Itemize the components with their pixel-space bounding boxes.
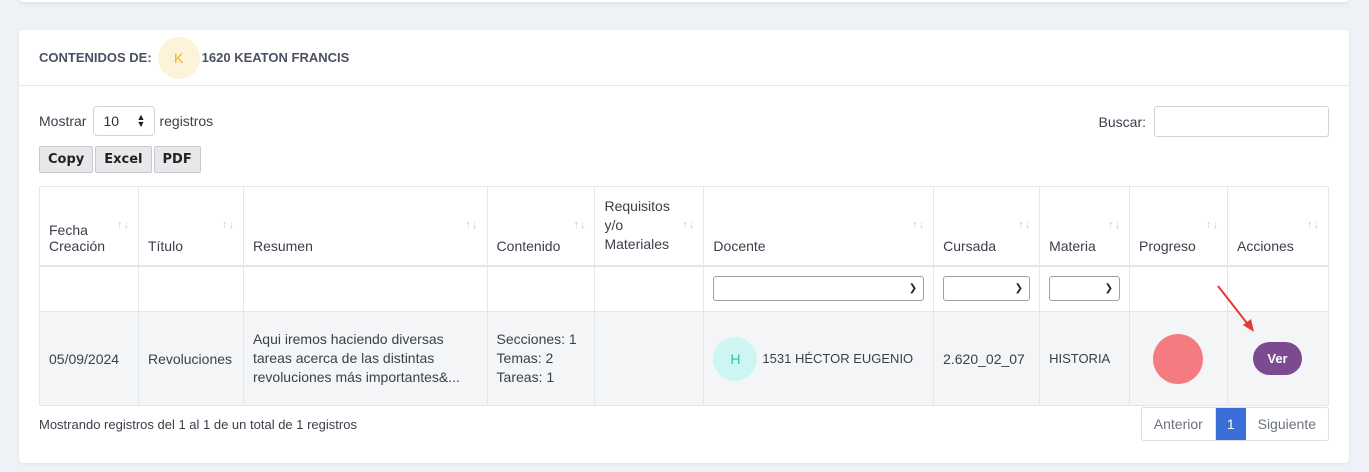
cell-materia: HISTORIA bbox=[1039, 311, 1131, 406]
page-1-button[interactable]: 1 bbox=[1215, 408, 1246, 440]
contenido-secciones: Secciones: 1 bbox=[496, 331, 577, 347]
column-header-contenido[interactable]: Contenido ↑↓ bbox=[486, 186, 596, 267]
column-label: Fecha Creación bbox=[49, 221, 106, 254]
column-header-titulo[interactable]: Título ↑↓ bbox=[137, 186, 244, 267]
previous-card bbox=[19, 0, 1349, 2]
column-label: Progreso bbox=[1139, 237, 1196, 254]
sort-icon: ↑↓ bbox=[221, 219, 235, 231]
column-header-fecha[interactable]: Fecha Creación ↑↓ bbox=[39, 186, 139, 267]
select-arrows-icon: ▲ ▼ bbox=[136, 112, 146, 129]
sort-icon: ↑↓ bbox=[1108, 219, 1122, 231]
column-label: Acciones bbox=[1236, 237, 1294, 254]
red-arrow-annotation-icon bbox=[1217, 285, 1254, 332]
materia-filter-select[interactable]: ❯ bbox=[1049, 276, 1121, 302]
pdf-button[interactable]: PDF bbox=[153, 146, 201, 173]
search-control: Buscar: bbox=[1099, 106, 1329, 137]
filter-row: ❯ ❯ ❯ bbox=[39, 265, 1330, 312]
student-avatar: K bbox=[157, 36, 200, 79]
sort-icon: ↑↓ bbox=[912, 219, 926, 231]
docente-avatar: H bbox=[713, 336, 758, 381]
docente-filter-select[interactable]: ❯ bbox=[713, 276, 925, 302]
header-label: CONTENIDOS DE: bbox=[39, 50, 152, 65]
sort-icon: ↑↓ bbox=[1018, 219, 1032, 231]
table-info: Mostrando registros del 1 al 1 de un tot… bbox=[39, 417, 357, 432]
card-header: CONTENIDOS DE: K 1620 KEATON FRANCIS bbox=[19, 30, 1349, 86]
copy-button[interactable]: Copy bbox=[39, 146, 94, 173]
length-prefix: Mostrar bbox=[39, 113, 87, 129]
column-label: Requisitos y/o Materiales bbox=[604, 197, 670, 252]
column-header-progreso[interactable]: Progreso ↑↓ bbox=[1129, 186, 1228, 267]
sort-icon: ↑↓ bbox=[1307, 219, 1320, 231]
contents-card: CONTENIDOS DE: K 1620 KEATON FRANCIS Mos… bbox=[19, 30, 1349, 463]
column-header-materia[interactable]: Materia ↑↓ bbox=[1039, 186, 1131, 267]
page-length-control: Mostrar 10 ▲ ▼ registros bbox=[39, 106, 213, 136]
filter-cell-materia: ❯ bbox=[1039, 265, 1131, 312]
filter-cell-empty bbox=[242, 265, 488, 312]
export-buttons: Copy Excel PDF bbox=[39, 146, 201, 173]
cell-docente: H 1531 HÉCTOR EUGENIO bbox=[703, 311, 935, 406]
page-length-value: 10 bbox=[103, 113, 120, 129]
column-label: Contenido bbox=[496, 237, 561, 254]
contenido-tareas: Tareas: 1 bbox=[496, 369, 555, 385]
search-input[interactable] bbox=[1154, 106, 1329, 137]
progress-indicator bbox=[1153, 333, 1204, 384]
filter-cell-cursada: ❯ bbox=[933, 265, 1041, 312]
filter-cell-empty bbox=[39, 265, 139, 312]
contenido-temas: Temas: 2 bbox=[496, 350, 554, 366]
column-header-docente[interactable]: Docente ↑↓ bbox=[703, 186, 935, 267]
column-header-resumen[interactable]: Resumen ↑↓ bbox=[242, 186, 488, 267]
cell-resumen: Aqui iremos haciendo diversas tareas ace… bbox=[242, 311, 488, 406]
column-header-cursada[interactable]: Cursada ↑↓ bbox=[933, 186, 1041, 267]
cell-titulo: Revoluciones bbox=[137, 311, 244, 406]
cell-cursada: 2.620_02_07 bbox=[933, 311, 1041, 406]
sort-icon: ↑↓ bbox=[1205, 219, 1219, 231]
filter-cell-empty bbox=[486, 265, 596, 312]
contents-table: Fecha Creación ↑↓ Título ↑↓ Resumen ↑↓ Cont… bbox=[39, 186, 1330, 406]
sort-icon: ↑↓ bbox=[116, 219, 130, 231]
search-label: Buscar: bbox=[1098, 113, 1146, 130]
cell-fecha: 05/09/2024 bbox=[39, 311, 139, 406]
ver-button[interactable]: Ver bbox=[1252, 342, 1302, 375]
filter-cell-empty bbox=[594, 265, 705, 312]
length-suffix: registros bbox=[159, 113, 214, 129]
filter-cell-docente: ❯ bbox=[703, 265, 935, 312]
sort-icon: ↑↓ bbox=[465, 219, 479, 231]
student-name: 1620 KEATON FRANCIS bbox=[201, 50, 350, 65]
sort-icon: ↑↓ bbox=[682, 219, 696, 231]
previous-page-button[interactable]: Anterior bbox=[1142, 408, 1216, 440]
pagination: Anterior 1 Siguiente bbox=[1140, 407, 1329, 441]
column-label: Cursada bbox=[943, 237, 997, 254]
column-label: Título bbox=[147, 237, 183, 254]
cell-requisitos bbox=[594, 311, 705, 406]
excel-button[interactable]: Excel bbox=[95, 146, 152, 173]
column-label: Docente bbox=[713, 237, 766, 254]
filter-cell-empty bbox=[137, 265, 244, 312]
column-header-requisitos[interactable]: Requisitos y/o Materiales ↑↓ bbox=[594, 186, 705, 267]
column-label: Resumen bbox=[252, 237, 313, 254]
sort-icon: ↑↓ bbox=[573, 219, 587, 231]
next-page-button[interactable]: Siguiente bbox=[1246, 408, 1328, 440]
column-label: Materia bbox=[1049, 237, 1096, 254]
cell-contenido: Secciones: 1 Temas: 2 Tareas: 1 bbox=[486, 311, 596, 406]
cursada-filter-select[interactable]: ❯ bbox=[943, 276, 1031, 302]
column-header-acciones[interactable]: Acciones ↑↓ bbox=[1226, 186, 1330, 267]
table-row: 05/09/2024 Revoluciones Aqui iremos haci… bbox=[39, 311, 1330, 406]
docente-name: 1531 HÉCTOR EUGENIO bbox=[762, 351, 914, 366]
page-length-select[interactable]: 10 ▲ ▼ bbox=[93, 106, 156, 136]
